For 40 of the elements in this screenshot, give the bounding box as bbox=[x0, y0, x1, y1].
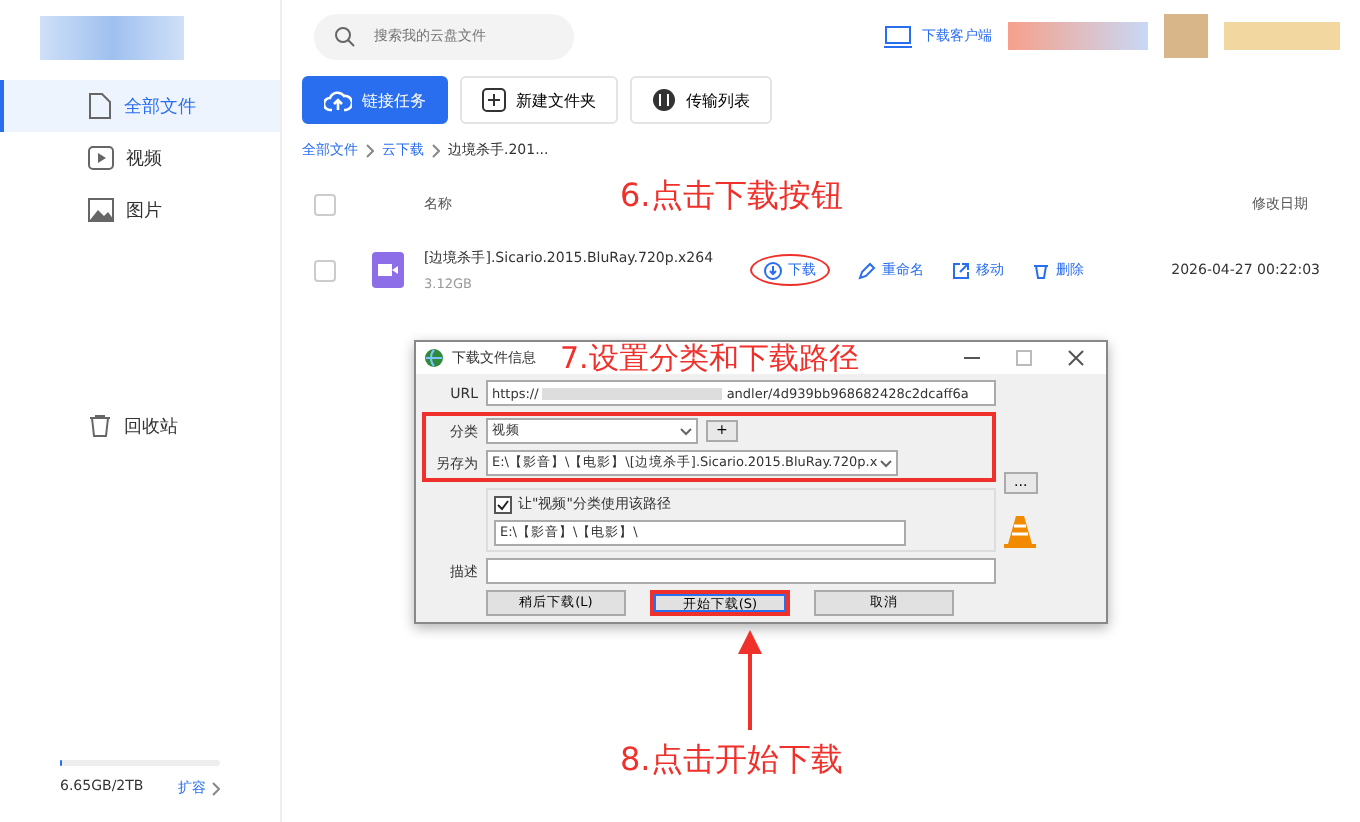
cloud-upload-icon bbox=[324, 89, 352, 111]
toolbar-button[interactable]: 链接任务 bbox=[302, 76, 448, 124]
file-icon bbox=[88, 92, 112, 120]
chevron-down-icon bbox=[880, 459, 892, 467]
monitor-icon bbox=[884, 25, 912, 47]
traffic-cone-icon bbox=[1004, 514, 1037, 550]
blurred-placeholder bbox=[1008, 22, 1148, 50]
annotation-text: 7.设置分类和下载路径 bbox=[560, 342, 859, 374]
close-icon[interactable] bbox=[1068, 350, 1084, 366]
arrow-icon bbox=[738, 630, 762, 730]
image-icon bbox=[88, 198, 114, 222]
sidebar-item[interactable]: 全部文件 bbox=[0, 80, 280, 132]
trash-icon bbox=[1032, 261, 1050, 279]
logo-placeholder bbox=[40, 16, 184, 60]
chevron-right-icon bbox=[432, 143, 440, 157]
move-icon bbox=[952, 261, 970, 279]
annotation-text: 6.点击下载按钮 bbox=[620, 176, 843, 218]
transfer-icon bbox=[652, 88, 676, 112]
edit-icon bbox=[858, 261, 876, 279]
globe-icon bbox=[424, 348, 444, 368]
description-field[interactable] bbox=[486, 558, 996, 584]
trash-icon bbox=[88, 414, 112, 438]
video-file-icon bbox=[372, 252, 404, 288]
download-icon bbox=[764, 261, 782, 279]
search-icon bbox=[334, 25, 356, 47]
video-icon bbox=[88, 146, 114, 170]
sidebar-item[interactable]: 视频 bbox=[0, 132, 280, 184]
chevron-right-icon bbox=[366, 143, 374, 157]
annotation-text: 8.点击开始下载 bbox=[620, 740, 843, 782]
blurred-placeholder bbox=[1224, 22, 1340, 50]
maximize-icon[interactable] bbox=[1016, 350, 1032, 366]
plus-square-icon bbox=[482, 88, 506, 112]
chevron-right-icon bbox=[212, 781, 220, 795]
checkbox[interactable] bbox=[494, 495, 512, 513]
toolbar-button[interactable]: 新建文件夹 bbox=[460, 76, 618, 124]
avatar-placeholder bbox=[1164, 14, 1208, 58]
toolbar-button[interactable]: 传输列表 bbox=[630, 76, 772, 124]
chevron-down-icon bbox=[680, 427, 692, 435]
sidebar-item[interactable]: 回收站 bbox=[0, 400, 280, 452]
sidebar-item[interactable]: 图片 bbox=[0, 184, 280, 236]
